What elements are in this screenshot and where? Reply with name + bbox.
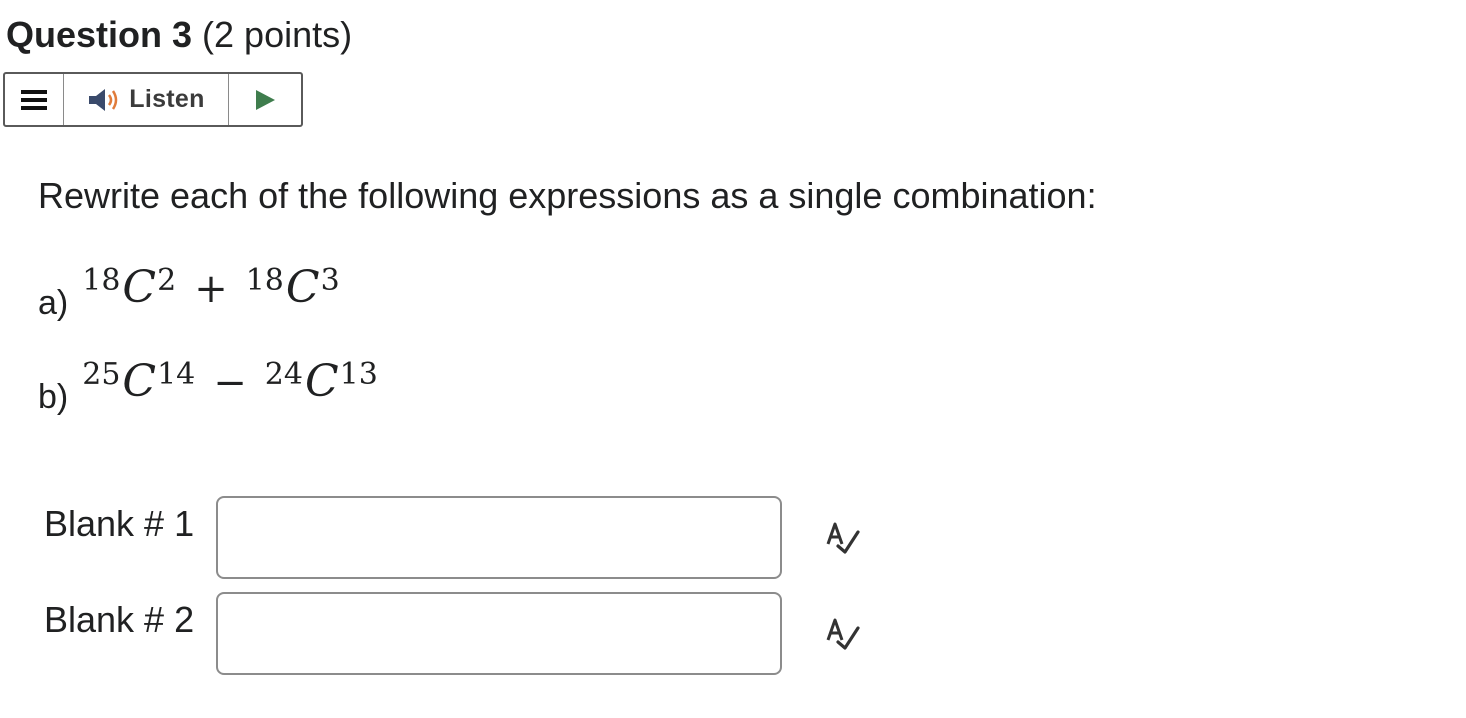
expression-a: a) 18 C 2 + 18 C 3 xyxy=(38,262,340,322)
term1-r: 2 xyxy=(157,263,177,298)
question-points: (2 points) xyxy=(202,14,353,55)
part-b-label: b) xyxy=(38,378,69,416)
play-button[interactable] xyxy=(229,74,301,125)
expression-a-math: 18 C 2 + 18 C 3 xyxy=(82,262,339,313)
listen-button[interactable]: Listen xyxy=(64,74,229,125)
term2-r: 3 xyxy=(320,263,340,298)
term1-symbol: C xyxy=(122,356,157,407)
term2-n: 18 xyxy=(245,263,284,298)
term2-symbol: C xyxy=(304,356,339,407)
spellcheck-icon[interactable] xyxy=(822,614,862,654)
term2-symbol: C xyxy=(285,262,320,313)
term2-r: 13 xyxy=(339,357,378,392)
blank-row-1: Blank # 1 xyxy=(44,496,862,579)
play-icon xyxy=(256,89,275,110)
toolbar-menu-button[interactable] xyxy=(5,74,64,125)
term1-n: 18 xyxy=(82,263,121,298)
term2-n: 24 xyxy=(264,357,303,392)
expression-b-math: 25 C 14 − 24 C 13 xyxy=(82,356,378,407)
menu-icon xyxy=(21,89,47,110)
blank-2-input[interactable] xyxy=(216,592,782,675)
spellcheck-icon[interactable] xyxy=(822,518,862,558)
blank-2-label: Blank # 2 xyxy=(44,599,195,640)
term1-symbol: C xyxy=(122,262,157,313)
operator: + xyxy=(194,266,228,312)
expression-b: b) 25 C 14 − 24 C 13 xyxy=(38,356,378,416)
question-prompt: Rewrite each of the following expression… xyxy=(38,175,1097,216)
listen-label: Listen xyxy=(129,85,205,113)
term1-r: 14 xyxy=(157,357,196,392)
part-a-label: a) xyxy=(38,284,69,322)
speaker-icon xyxy=(89,88,118,111)
term1-n: 25 xyxy=(82,357,121,392)
question-header: Question 3 (2 points) xyxy=(6,12,352,58)
blank-1-label: Blank # 1 xyxy=(44,503,195,544)
operator: − xyxy=(213,360,247,406)
readspeaker-toolbar: Listen xyxy=(3,72,303,127)
blank-1-input[interactable] xyxy=(216,496,782,579)
question-title: Question 3 xyxy=(6,14,193,55)
blank-row-2: Blank # 2 xyxy=(44,592,862,675)
